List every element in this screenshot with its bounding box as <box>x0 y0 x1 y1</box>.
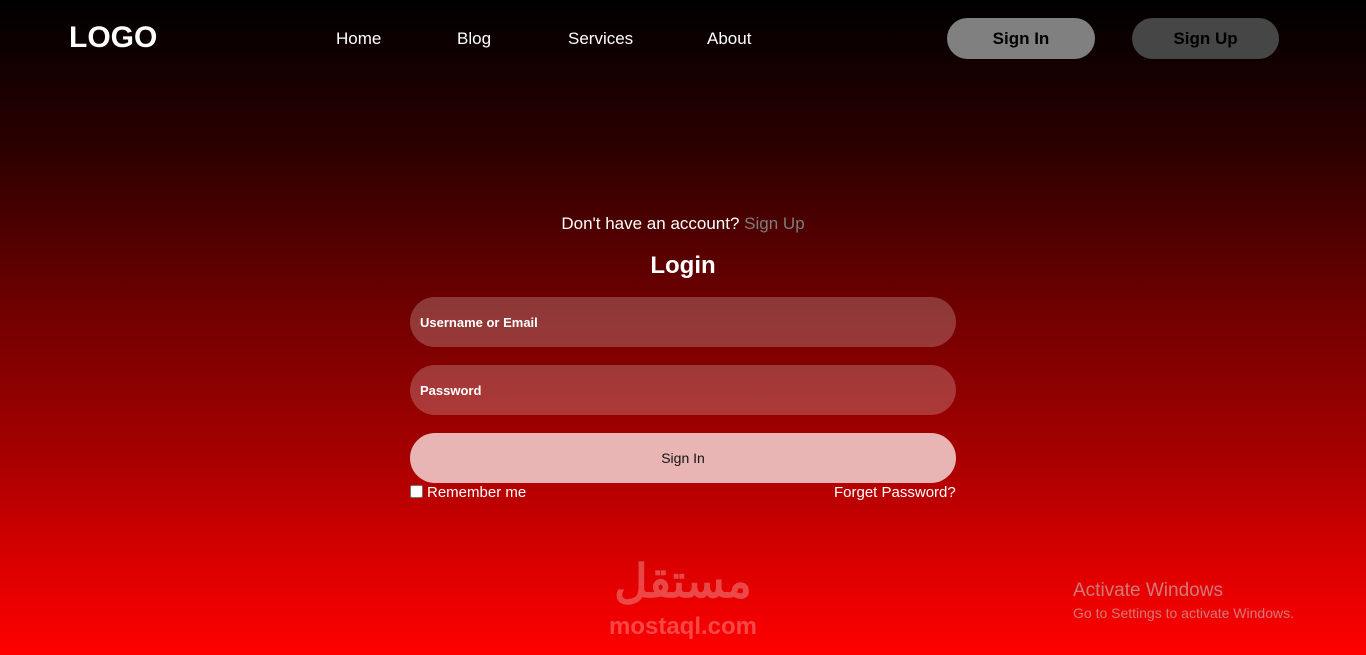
signup-hint: Don't have an account? Sign Up <box>0 214 1366 234</box>
activate-windows-title: Activate Windows <box>1073 580 1223 601</box>
remember-me-label: Remember me <box>427 484 527 501</box>
remember-me[interactable]: Remember me <box>410 484 526 501</box>
nav-link-blog[interactable]: Blog <box>457 29 491 49</box>
forgot-password-link[interactable]: Forget Password? <box>834 484 956 501</box>
nav-sign-in-button[interactable]: Sign In <box>947 18 1095 59</box>
navbar: LOGO Home Blog Services About Sign In Si… <box>0 0 1366 78</box>
activate-windows-subtitle: Go to Settings to activate Windows. <box>1073 605 1294 621</box>
sign-in-submit-button[interactable]: Sign In <box>410 433 956 483</box>
signup-hint-text: Don't have an account? <box>561 214 740 233</box>
remember-me-checkbox[interactable] <box>410 485 423 498</box>
watermark-latin: mostaql.com <box>608 613 758 640</box>
login-title: Login <box>650 252 716 279</box>
nav-link-home[interactable]: Home <box>336 29 381 49</box>
watermark-arabic: مستقل <box>614 555 752 607</box>
password-input[interactable] <box>410 365 956 415</box>
logo: LOGO <box>69 21 158 54</box>
username-input[interactable] <box>410 297 956 347</box>
signup-link[interactable]: Sign Up <box>744 214 804 233</box>
nav-link-about[interactable]: About <box>707 29 751 49</box>
nav-sign-up-button[interactable]: Sign Up <box>1132 18 1279 59</box>
nav-link-services[interactable]: Services <box>568 29 633 49</box>
